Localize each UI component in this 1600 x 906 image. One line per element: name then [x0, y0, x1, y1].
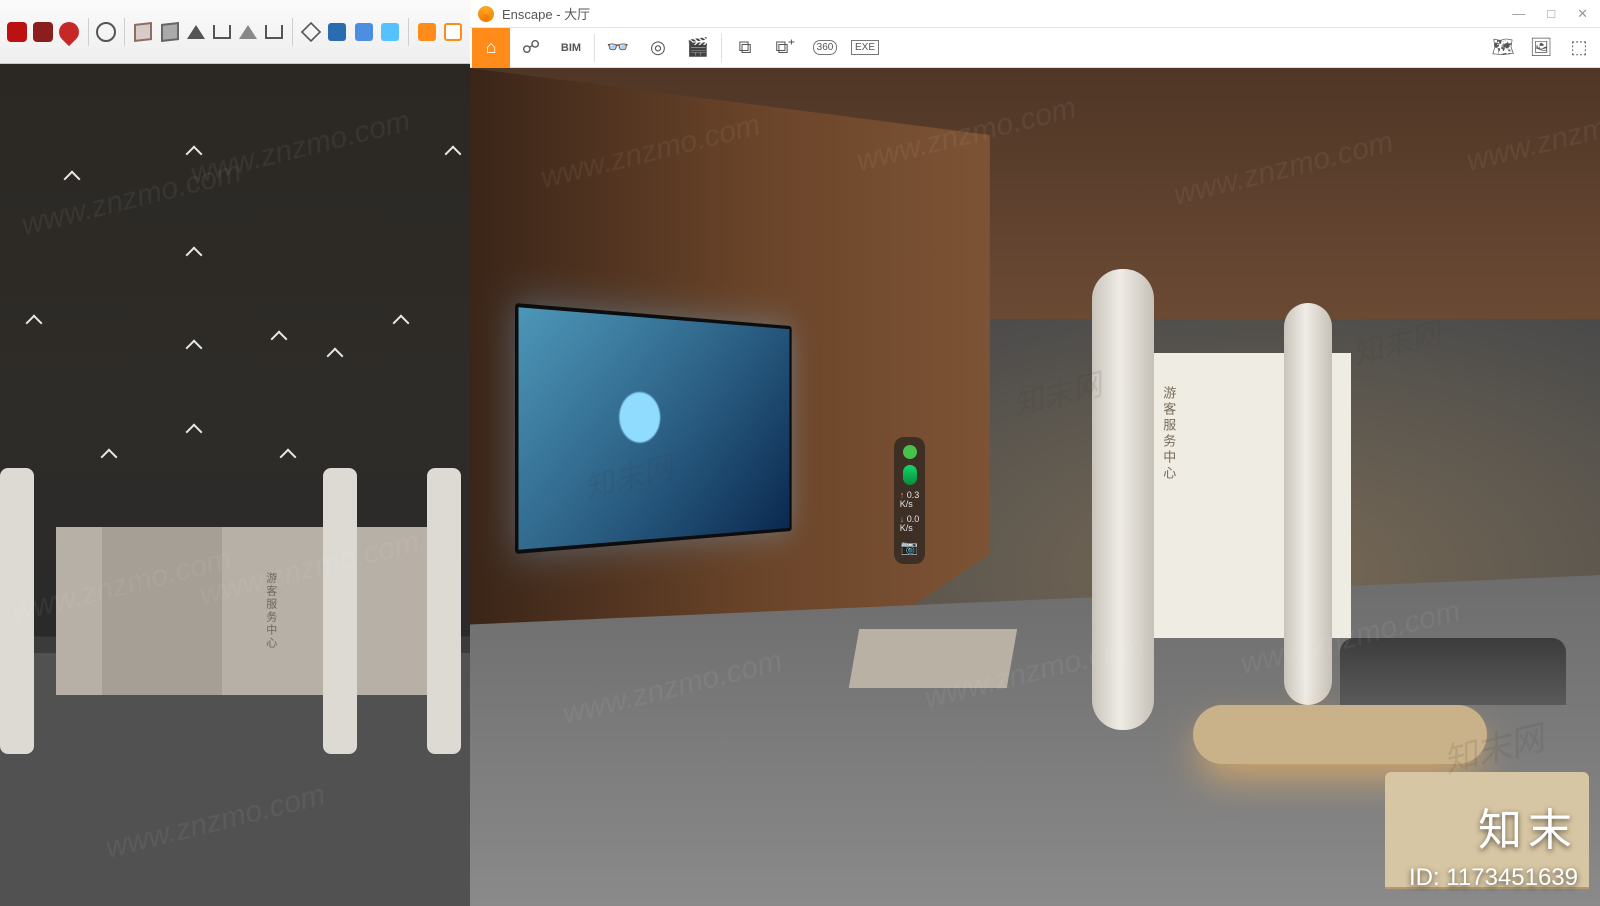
led-display-screen — [515, 303, 792, 554]
ortho-view-button[interactable]: ◎ — [639, 28, 677, 68]
home-icon[interactable] — [185, 18, 207, 46]
minimize-button[interactable]: — — [1508, 4, 1529, 24]
ceiling-light-icon — [101, 449, 118, 466]
bench-seat — [1193, 705, 1487, 764]
ceiling-light-icon — [270, 331, 287, 348]
status-capsule-icon — [903, 465, 917, 485]
wall-signage: 游客服务中心 — [1159, 386, 1178, 482]
column — [427, 468, 461, 754]
enscape-cyan-icon[interactable] — [379, 18, 401, 46]
window-controls: — □ ✕ — [1508, 4, 1592, 24]
group-icon[interactable] — [158, 18, 180, 46]
maximize-button[interactable]: □ — [1543, 4, 1559, 24]
enscape-start-icon[interactable] — [416, 18, 438, 46]
view-cube-button[interactable]: ⬚ — [1560, 28, 1598, 68]
lounge-seating — [1340, 638, 1566, 705]
ceiling-light-icon — [392, 314, 409, 331]
toolbar-separator — [88, 18, 89, 46]
ruby-icon[interactable] — [58, 18, 80, 46]
ceiling-light-icon — [327, 348, 344, 365]
toolbar-separator — [124, 18, 125, 46]
enscape-outline-icon[interactable] — [442, 18, 464, 46]
column — [323, 468, 357, 754]
ceiling-light-icon — [26, 314, 43, 331]
ceiling-light-icon — [280, 449, 297, 466]
plugin-red-icon[interactable] — [6, 18, 28, 46]
upload-speed: ↑ 0.3 K/s — [900, 491, 920, 509]
enscape-toolbar: ⌂ ☍ BIM 👓 ◎ 🎬 ⧉ ⧉⁺ 360 EXE 🗺 🖼 ⬚ — [470, 28, 1600, 68]
enscape-logo-icon — [478, 6, 494, 22]
panorama-button[interactable]: 360 — [806, 28, 844, 68]
home-outline-icon[interactable] — [237, 18, 259, 46]
screenshot-button[interactable]: ⧉ — [726, 28, 764, 68]
window-title: Enscape - 大厅 — [502, 4, 590, 23]
network-hud: ↑ 0.3 K/s ↓ 0.0 K/s 📷 — [894, 437, 926, 564]
ceiling-light-icon — [186, 424, 203, 441]
back-wall: 游客服务中心 — [56, 527, 432, 695]
column — [0, 468, 34, 754]
sketchup-toolbar — [0, 0, 470, 64]
watermark: www.znzmo.com — [18, 155, 245, 242]
enscape-titlebar[interactable]: Enscape - 大厅 — □ ✕ — [470, 0, 1600, 28]
ceiling-light-icon — [63, 171, 80, 188]
sketchup-viewport[interactable]: 游客服务中心 www.znzmo.com www.znzmo.com www.z… — [0, 64, 470, 906]
toolbar-separator — [594, 34, 595, 62]
ceiling-light-icon — [186, 146, 203, 163]
reception-desk — [849, 629, 1018, 688]
ceiling-light-icon — [186, 339, 203, 356]
toolbar-separator — [721, 34, 722, 62]
watermark: www.znzmo.com — [187, 105, 414, 192]
user-icon[interactable] — [95, 18, 117, 46]
enscape-window: Enscape - 大厅 — □ ✕ ⌂ ☍ BIM 👓 ◎ 🎬 ⧉ ⧉⁺ 36… — [470, 0, 1600, 906]
iso-icon[interactable] — [300, 18, 322, 46]
folder-icon[interactable] — [263, 18, 285, 46]
close-button[interactable]: ✕ — [1573, 4, 1592, 24]
column — [1284, 303, 1332, 705]
ceiling-light-icon — [444, 146, 461, 163]
enscape-viewport[interactable]: ︿ 游客服务中心 ↑ 0.3 K/s ↓ 0.0 K/s 📷 — [470, 68, 1600, 906]
binoculars-button[interactable]: 👓 — [599, 28, 637, 68]
export-exe-button[interactable]: EXE — [846, 28, 884, 68]
download-speed: ↓ 0.0 K/s — [900, 515, 920, 533]
ceiling-light-icon — [186, 247, 203, 264]
status-dot-green-icon — [903, 445, 917, 459]
capture-button[interactable]: 🖼 — [1522, 28, 1560, 68]
sketchup-pane: 游客服务中心 www.znzmo.com www.znzmo.com www.z… — [0, 0, 470, 906]
link-view-button[interactable]: ☍ — [512, 28, 550, 68]
component-icon[interactable] — [132, 18, 154, 46]
batch-render-button[interactable]: ⧉⁺ — [766, 28, 804, 68]
folder-open-icon[interactable] — [211, 18, 233, 46]
camera-icon[interactable]: 📷 — [901, 539, 918, 556]
enscape-blue1-icon[interactable] — [326, 18, 348, 46]
enscape-blue2-icon[interactable] — [352, 18, 374, 46]
credenza — [1385, 772, 1588, 889]
column — [1092, 269, 1154, 730]
plugin-maroon-icon[interactable] — [32, 18, 54, 46]
wall-signage: 游客服务中心 — [263, 572, 279, 650]
home-button[interactable]: ⌂ — [472, 28, 510, 68]
toolbar-separator — [408, 18, 409, 46]
bim-info-button[interactable]: BIM — [552, 28, 590, 68]
video-button[interactable]: 🎬 — [679, 28, 717, 68]
minimap-button[interactable]: 🗺 — [1484, 28, 1522, 68]
toolbar-separator — [292, 18, 293, 46]
